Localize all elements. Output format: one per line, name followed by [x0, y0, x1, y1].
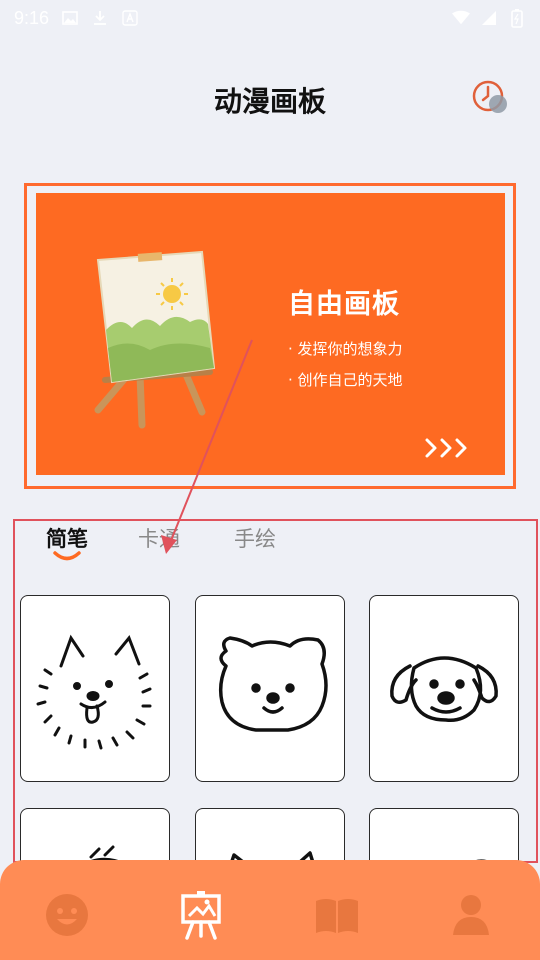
card-pomeranian[interactable] — [20, 595, 170, 782]
nav-item-profile[interactable] — [446, 890, 496, 940]
person-icon — [453, 895, 489, 935]
nav-item-smiley[interactable] — [42, 890, 92, 940]
banner-title: 自由画板 — [288, 289, 400, 320]
banner-line-2: · 创作自己的天地 — [288, 371, 403, 389]
download-icon — [91, 9, 109, 27]
clock-icon — [472, 80, 507, 113]
status-time: 9:16 — [14, 7, 50, 28]
wifi-icon — [452, 9, 470, 27]
tab-simple-strokes[interactable]: 简笔 — [46, 523, 88, 553]
tab-cartoon[interactable]: 卡通 — [138, 523, 180, 553]
easel-illustration — [94, 250, 216, 429]
card-bear-dog[interactable] — [195, 595, 345, 782]
signal-icon — [480, 9, 498, 27]
pomeranian-drawing — [36, 634, 152, 750]
tab-active-indicator — [53, 551, 81, 561]
page-title: 动漫画板 — [213, 85, 326, 118]
history-button[interactable] — [470, 78, 510, 116]
battery-icon — [508, 9, 526, 28]
chevrons-right-icon[interactable] — [424, 436, 474, 460]
bottom-nav — [0, 860, 540, 960]
tab-hand-drawn[interactable]: 手绘 — [234, 523, 276, 553]
status-bar: 9:16 — [0, 0, 540, 36]
easel-icon — [181, 891, 221, 940]
nav-item-easel[interactable] — [176, 890, 226, 940]
puppy-drawing — [390, 656, 498, 723]
banner-line-1: · 发挥你的想象力 — [288, 340, 403, 358]
book-icon — [316, 899, 358, 933]
bear-dog-drawing — [218, 636, 328, 732]
image-icon — [61, 9, 79, 27]
card-puppy[interactable] — [369, 595, 519, 782]
nav-item-book[interactable] — [312, 890, 362, 940]
smiley-icon — [46, 894, 88, 936]
a-icon — [121, 9, 139, 27]
